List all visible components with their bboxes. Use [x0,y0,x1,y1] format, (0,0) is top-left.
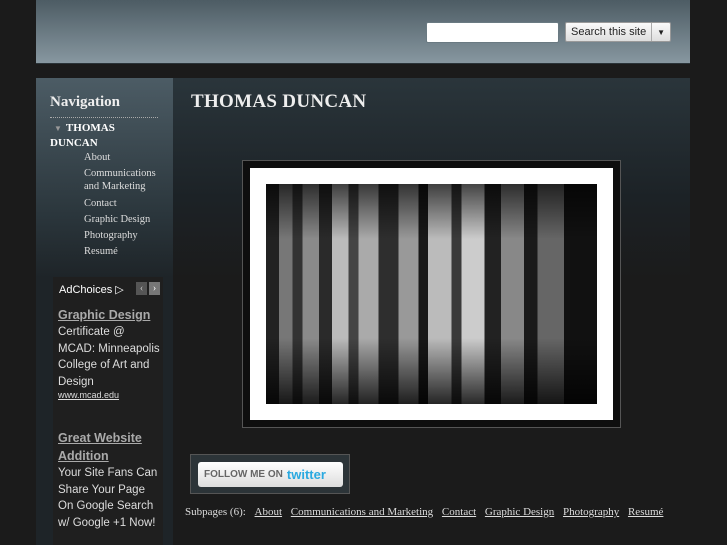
search-button-label: Search this site [566,23,653,41]
nav-item-graphic-design[interactable]: Graphic Design [84,213,164,226]
subpage-link-about[interactable]: About [255,506,283,518]
subpages-label: Subpages (6): [185,506,246,518]
chevron-left-icon[interactable]: ‹ [136,282,147,295]
triangle-down-icon[interactable]: ▼ [54,124,62,133]
nav-item-contact[interactable]: Contact [84,197,164,210]
chevron-right-icon[interactable]: › [149,282,160,295]
ad-url[interactable]: www.mcad.edu [58,390,162,400]
chevron-down-icon[interactable]: ▼ [652,28,670,37]
follow-twitter-button[interactable]: FOLLOW ME ON twitter [198,462,343,487]
ad-item: Great Website Addition Your Site Fans Ca… [58,429,162,531]
adchoices-label: AdChoices [59,284,113,296]
subpage-link-resume[interactable]: Resumé [628,506,663,518]
ad-block: AdChoices ▷ ‹ › Graphic Design Certifica… [53,277,163,545]
twitter-badge: FOLLOW ME ON twitter [190,454,350,494]
ad-description: Your Site Fans Can Share Your Page On Go… [58,467,158,529]
main-content: THOMAS DUNCAN FOLLOW ME ON twitter Subpag… [173,78,690,545]
nav-title: Navigation [50,94,121,110]
subpage-link-photography[interactable]: Photography [563,506,619,518]
ad-item: Graphic Design Certificate @ MCAD: Minne… [58,306,162,400]
search-button[interactable]: Search this site ▼ [565,22,671,42]
sidebar: Navigation ▼ THOMAS DUNCAN About Communic… [36,78,173,545]
follow-label: FOLLOW ME ON [204,469,283,480]
ad-title[interactable]: Graphic Design [58,306,162,324]
page-title: THOMAS DUNCAN [191,91,367,112]
nav-item-resume[interactable]: Resumé [84,245,164,258]
nav-item-about[interactable]: About [84,151,164,164]
adchoices-icon: ▷ [115,284,124,296]
adchoices-link[interactable]: AdChoices ▷ [59,283,124,296]
nav-item-communications[interactable]: Communications and Marketing [84,167,164,193]
ad-description: Certificate @ MCAD: Minneapolis College … [58,326,160,388]
subpage-link-graphic-design[interactable]: Graphic Design [485,506,554,518]
divider [50,117,158,118]
photo-frame [242,160,621,428]
twitter-logo: twitter [286,467,326,482]
subpage-link-contact[interactable]: Contact [442,506,476,518]
site-header: Search this site ▼ [36,0,690,64]
ad-title[interactable]: Great Website Addition [58,429,162,465]
subpage-link-communications[interactable]: Communications and Marketing [291,506,433,518]
subpages-list: Subpages (6): About Communications and M… [185,506,663,518]
books-photo [266,184,597,404]
search-input[interactable] [426,22,559,43]
nav-item-photography[interactable]: Photography [84,229,164,242]
